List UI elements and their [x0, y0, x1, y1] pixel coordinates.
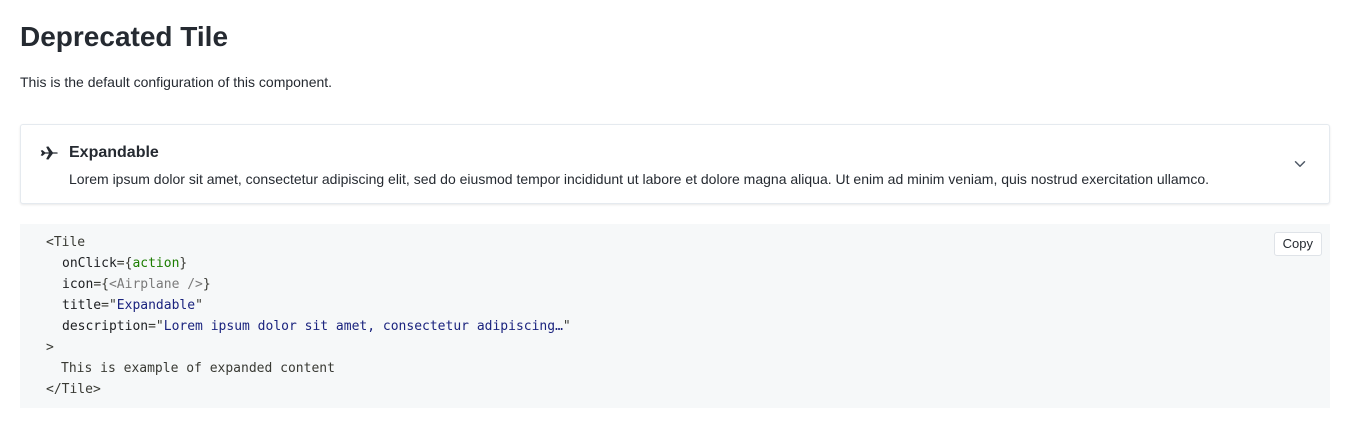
page-title: Deprecated Tile — [20, 21, 229, 52]
code-line-tag-end: > — [46, 337, 571, 358]
code-attr-title: title — [62, 298, 102, 313]
code-tag-end: > — [46, 340, 54, 355]
code-line-open-tag: <Tile — [46, 232, 571, 253]
code-attr-onclick: onClick — [62, 256, 117, 271]
code-example: Copy <Tile onClick={action} icon={<Airplan… — [20, 224, 1330, 408]
page-description: This is the default configuration of thi… — [20, 74, 333, 90]
code-description-value: Lorem ipsum dolor sit amet, consectetur … — [163, 319, 563, 334]
code-open-tag: <Tile — [46, 235, 86, 250]
chevron-down-icon[interactable] — [1291, 155, 1309, 173]
code-attr-icon: icon — [62, 277, 94, 292]
copy-button[interactable]: Copy — [1273, 232, 1322, 256]
code-close-tag: </Tile> — [46, 382, 101, 397]
code-line-icon: icon={<Airplane />} — [62, 277, 211, 292]
code-line-title: title="Expandable" — [62, 298, 203, 313]
code-snippet: <Tile onClick={action} icon={<Airplane />}… — [46, 232, 571, 400]
page: Deprecated Tile This is the default conf… — [0, 0, 1350, 442]
code-line-content: This is example of expanded content — [46, 358, 571, 379]
code-line-close-tag: </Tile> — [46, 379, 571, 400]
code-title-value: Expandable — [116, 298, 196, 313]
tile-description: Lorem ipsum dolor sit amet, consectetur … — [69, 171, 1210, 187]
code-line-onclick: onClick={action} — [62, 256, 188, 271]
code-line-description: description="Lorem ipsum dolor sit amet,… — [62, 319, 571, 334]
code-icon-value: <Airplane /> — [108, 277, 203, 292]
code-attr-description: description — [62, 319, 149, 334]
airplane-icon — [39, 143, 59, 163]
code-content-text: This is example of expanded content — [61, 361, 335, 376]
expandable-tile[interactable]: Expandable Lorem ipsum dolor sit amet, c… — [20, 124, 1330, 204]
tile-title: Expandable — [69, 144, 159, 161]
code-onclick-value: action — [132, 256, 180, 271]
